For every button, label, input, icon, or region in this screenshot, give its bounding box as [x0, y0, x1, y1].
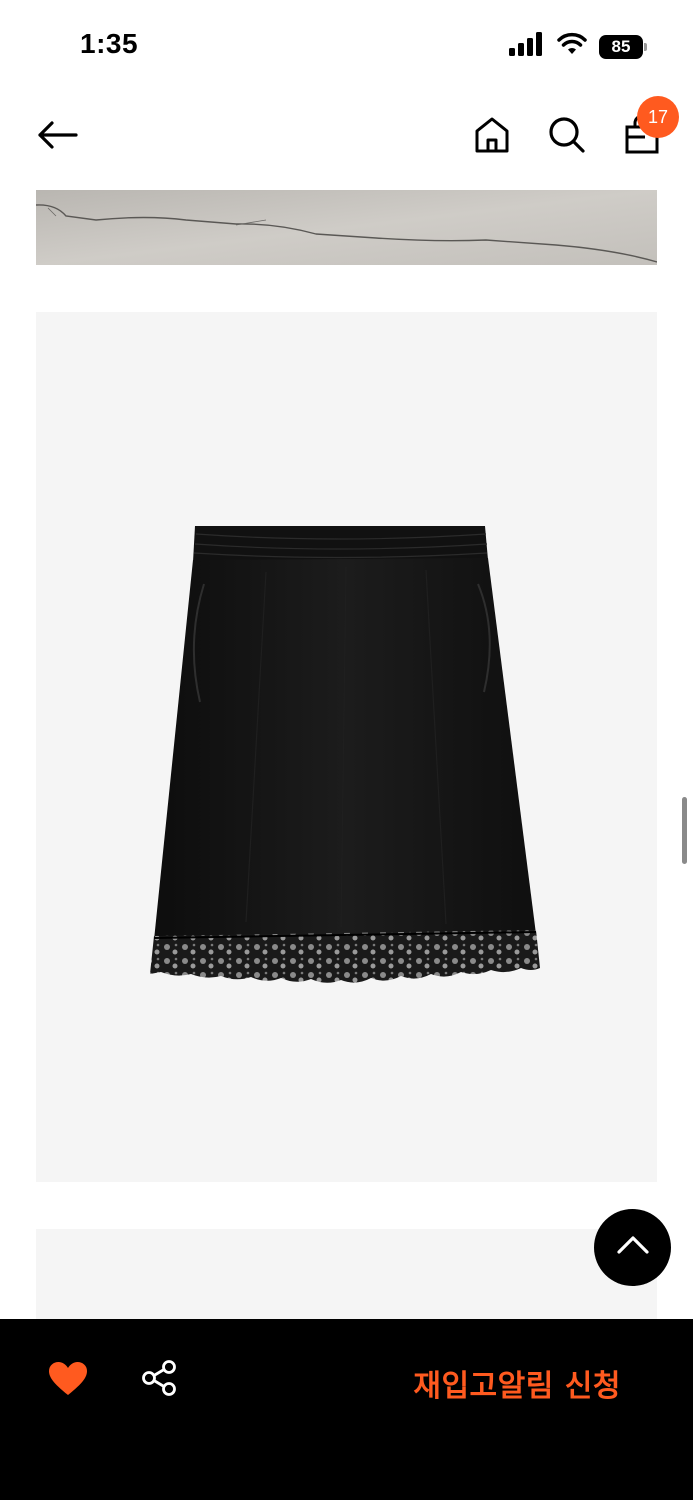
previous-product-image [36, 190, 657, 265]
cart-count-badge: 17 [637, 96, 679, 138]
scrollbar[interactable] [682, 797, 687, 864]
restock-alert-button[interactable]: 재입고알림 신청 [413, 1361, 621, 1405]
search-icon [548, 116, 586, 159]
home-icon [474, 116, 510, 159]
status-icons: 85 [509, 32, 647, 61]
next-product-image[interactable] [36, 1229, 657, 1329]
scroll-to-top-icon [616, 1235, 650, 1260]
top-navigation [0, 90, 693, 185]
bottom-action-bar: 재입고알림 신청 [0, 1319, 693, 1500]
scroll-to-top-button[interactable] [594, 1209, 671, 1286]
search-button[interactable] [546, 116, 588, 158]
back-button[interactable] [34, 118, 80, 156]
share-button[interactable] [138, 1359, 180, 1401]
battery-icon: 85 [599, 34, 647, 59]
wishlist-button[interactable] [46, 1359, 90, 1403]
skirt-illustration [150, 526, 540, 983]
product-image[interactable] [36, 312, 657, 1182]
wifi-icon [557, 32, 587, 61]
battery-level: 85 [599, 34, 643, 59]
signal-icon [509, 32, 545, 61]
heart-icon [48, 1361, 88, 1402]
home-button[interactable] [472, 116, 512, 158]
share-icon [140, 1359, 178, 1402]
status-time: 1:35 [80, 28, 139, 59]
status-bar: 1:35 85 [0, 0, 693, 90]
back-arrow-icon [36, 120, 78, 155]
